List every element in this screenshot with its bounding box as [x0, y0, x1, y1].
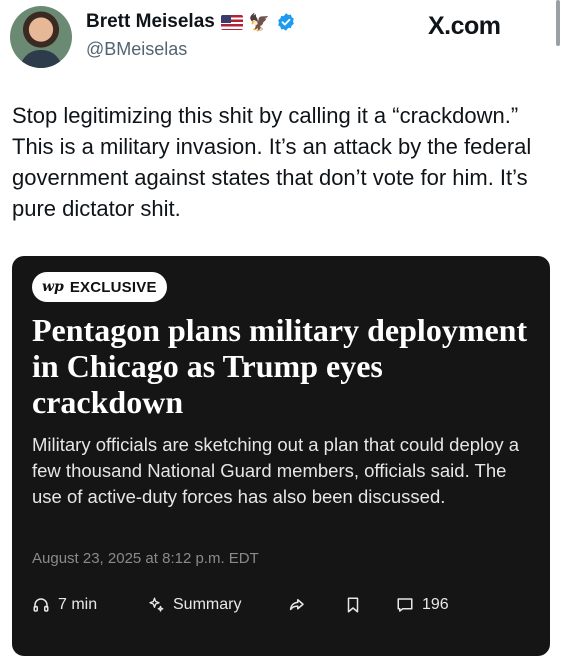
site-label: X.com: [428, 12, 501, 40]
listen-duration: 7 min: [58, 596, 98, 613]
sparkle-icon: [149, 597, 164, 612]
user-handle[interactable]: @BMeiselas: [86, 39, 187, 60]
wp-logo-icon: wp: [42, 279, 64, 295]
bookmark-icon: [347, 597, 359, 613]
article-actions: 7 min Summary 196: [32, 596, 532, 622]
display-name[interactable]: Brett Meiselas: [86, 11, 215, 33]
verified-badge-icon: [278, 13, 294, 31]
article-card[interactable]: wp EXCLUSIVE Pentagon plans military dep…: [12, 256, 550, 656]
tweet-text: Stop legitimizing this shit by calling i…: [12, 103, 532, 221]
article-date: August 23, 2025 at 8:12 p.m. EDT: [32, 550, 259, 567]
exclusive-badge: wp EXCLUSIVE: [32, 272, 167, 302]
name-row: Brett Meiselas 🦅: [86, 11, 296, 33]
badge-label: EXCLUSIVE: [69, 278, 157, 296]
us-flag-icon: [220, 14, 243, 30]
article-headline[interactable]: Pentagon plans military deployment in Ch…: [32, 312, 532, 420]
article-summary: Military officials are sketching out a p…: [32, 434, 520, 507]
share-button[interactable]: [288, 596, 306, 614]
summary-button[interactable]: Summary: [147, 596, 241, 614]
eagle-icon: 🦅: [248, 12, 271, 32]
bookmark-button[interactable]: [344, 596, 362, 614]
tweet-header: Brett Meiselas 🦅 @BMeiselas X.com: [0, 0, 562, 80]
comments-button[interactable]: 196: [396, 596, 449, 614]
scrollbar[interactable]: [556, 0, 560, 46]
listen-button[interactable]: 7 min: [32, 596, 97, 614]
summary-label: Summary: [173, 596, 242, 613]
comment-count: 196: [422, 596, 449, 613]
avatar[interactable]: [10, 6, 72, 68]
share-icon: [289, 599, 304, 611]
headphones-icon: [33, 598, 49, 612]
comment-icon: [397, 598, 413, 612]
